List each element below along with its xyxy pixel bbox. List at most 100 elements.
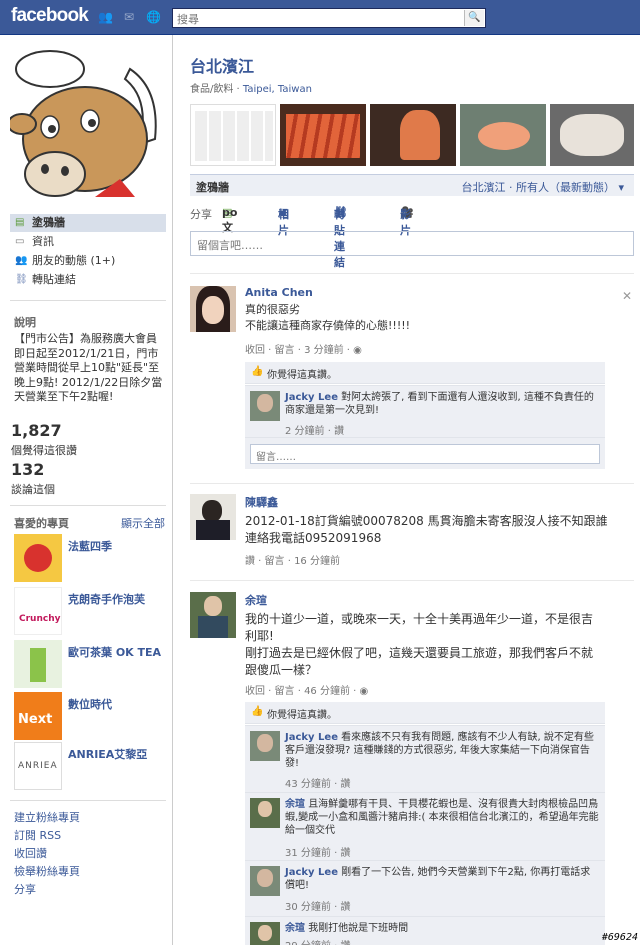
comment: Jacky Lee 對阿太誇張了, 看到下面還有人還沒收到, 這種不負責任的商家… — [245, 385, 605, 437]
photo-thumbnail[interactable] — [190, 104, 276, 166]
page-subtitle: 食品/飲料 · Taipei, Taiwan — [190, 84, 312, 95]
favorite-thumbnail: Crunchy — [14, 587, 62, 635]
post-meta: 收回 · 留言 · 3 分鐘前 · ◉ — [245, 341, 362, 356]
photo-thumbnail[interactable] — [370, 104, 456, 166]
post-text-line: 真的很惡劣 — [245, 303, 300, 316]
comment-meta: 31 分鐘前 · 讚 — [285, 848, 351, 859]
nav-item-label: 塗鴉牆 — [32, 216, 65, 229]
top-bar: facebook 👥 ✉ 🌐 搜尋 🔍 — [0, 0, 640, 35]
favorite-name: 數位時代 — [68, 698, 112, 711]
page-category: 食品/飲料 — [190, 84, 234, 95]
avatar[interactable] — [190, 494, 236, 540]
wall-post: Anita Chen 真的很惡劣 不能讓這種商家存僥倖的心態!!!!! 收回 ·… — [190, 286, 634, 356]
likes-row: 👍 你覺得這真讚。 — [245, 362, 605, 384]
subscribe-rss-link[interactable]: 訂閱 RSS — [14, 827, 61, 843]
comment-meta: 2 分鐘前 · 讚 — [285, 426, 345, 437]
favorite-page[interactable]: Next 數位時代 — [14, 692, 166, 740]
comment-author[interactable]: 余瑄 — [285, 923, 305, 934]
likes-label: 個覺得這很讚 — [11, 444, 77, 457]
comment: Jacky Lee 看來應該不只有我有問題, 應該有不少人有缺, 說不定有些客戶… — [245, 725, 605, 792]
wall-filter-label: 台北濱江 · 所有人（最新動態） — [461, 181, 615, 194]
photo-strip — [190, 104, 634, 166]
divider — [10, 505, 166, 506]
search-icon[interactable]: 🔍 — [464, 10, 484, 26]
post-author[interactable]: 陳驛鑫 — [245, 494, 278, 510]
search-input[interactable]: 搜尋 🔍 — [172, 8, 486, 28]
photo-thumbnail[interactable] — [460, 104, 546, 166]
comment-meta: 43 分鐘前 · 讚 — [285, 779, 351, 790]
post-author[interactable]: Anita Chen — [245, 286, 313, 299]
wall-filter-dropdown[interactable]: 台北濱江 · 所有人（最新動態） ▾ — [461, 179, 624, 195]
favorite-thumbnail — [14, 534, 62, 582]
facebook-logo[interactable]: facebook — [11, 5, 89, 27]
post-meta: 收回 · 留言 · 46 分鐘前 · ◉ — [245, 682, 368, 697]
status-input[interactable]: 留個言吧…… — [190, 231, 634, 256]
divider — [10, 800, 166, 801]
post-text-line: 連絡我電話0952091968 — [245, 531, 382, 545]
avatar[interactable] — [250, 866, 280, 896]
likes-text: 你覺得這真讚。 — [267, 370, 337, 381]
favorite-page[interactable]: Crunchy 克朗奇手作泡芙 — [14, 587, 166, 635]
favorite-page[interactable]: 法藍四季 — [14, 534, 166, 582]
close-icon[interactable]: ✕ — [622, 289, 632, 303]
nav-item-info[interactable]: ▭ 資訊 — [10, 233, 166, 251]
divider — [190, 580, 634, 581]
notifications-icon[interactable]: 🌐 — [146, 11, 161, 24]
share-page-link[interactable]: 分享 — [14, 881, 36, 897]
avatar[interactable] — [250, 391, 280, 421]
post-text-line: 不能讓這種商家存僥倖的心態!!!!! — [245, 319, 411, 332]
favorite-thumbnail: ANRIEA — [14, 742, 62, 790]
favorite-page[interactable]: 歐可茶葉 OK TEA — [14, 640, 166, 688]
avatar[interactable] — [250, 922, 280, 945]
unlike-link[interactable]: 收回讚 — [14, 845, 47, 861]
comment: 余瑄 我剛打他說是下班時間 29 分鐘前 · 讚 — [245, 916, 605, 945]
profile-picture[interactable] — [10, 49, 166, 203]
post-text-line: 2012-01-18訂貨編號00078208 馬貫海膽未寄客服沒人接不知跟誰 — [245, 514, 608, 528]
post-text-line: 利耶! — [245, 629, 274, 643]
favorite-thumbnail — [14, 640, 62, 688]
photo-thumbnail[interactable] — [280, 104, 366, 166]
comment: Jacky Lee 剛看了一下公告, 她們今天營業到下午2點, 你再打電話求償吧… — [245, 860, 605, 916]
avatar[interactable] — [250, 798, 280, 828]
report-page-link[interactable]: 檢舉粉絲專頁 — [14, 863, 80, 879]
comment-text: 余瑄 且海鮮羹哪有干貝、干貝櫻花蝦也是、沒有很貴大封肉根檢品凹鳥蝦,變成一小盒和… — [285, 798, 600, 837]
messages-icon[interactable]: ✉ — [122, 11, 136, 24]
page-location[interactable]: Taipei, Taiwan — [243, 84, 312, 95]
divider — [190, 273, 634, 274]
comment-body: 我剛打他說是下班時間 — [308, 923, 409, 934]
divider — [10, 300, 166, 301]
favorite-name: ANRIEA艾黎亞 — [68, 748, 148, 761]
favorite-name: 歐可茶葉 OK TEA — [68, 646, 162, 659]
comment-input[interactable]: 留言…… — [250, 444, 600, 464]
show-all-link[interactable]: 顯示全部 — [121, 515, 165, 531]
chevron-down-icon: ▾ — [618, 181, 624, 194]
nav-item-label: 轉貼連結 — [32, 273, 76, 286]
avatar[interactable] — [190, 592, 236, 638]
comment-author[interactable]: Jacky Lee — [285, 732, 338, 743]
wall-icon: ▤ — [15, 217, 25, 228]
likes-row: 👍 你覺得這真讚。 — [245, 702, 605, 724]
comment-author[interactable]: Jacky Lee — [285, 392, 338, 403]
create-page-link[interactable]: 建立粉絲專頁 — [14, 809, 80, 825]
nav-item-wall[interactable]: ▤ 塗鴉牆 — [10, 214, 166, 232]
comment-body: 且海鮮羹哪有干貝、干貝櫻花蝦也是、沒有很貴大封肉根檢品凹鳥蝦,變成一小盒和風醬汁… — [285, 799, 599, 836]
friend-requests-icon[interactable]: 👥 — [98, 11, 113, 24]
likes-text: 你覺得這真讚。 — [267, 710, 337, 721]
post-text-line: 跟傻瓜一樣？ — [245, 663, 318, 677]
post-meta-text: 收回 · 留言 · 46 分鐘前 · — [245, 686, 357, 697]
post-meta: 讚 · 留言 · 16 分鐘前 — [245, 556, 340, 567]
link-icon: ⛓ — [15, 274, 28, 285]
favorite-page[interactable]: ANRIEA ANRIEA艾黎亞 — [14, 742, 166, 790]
like-icon: 👍 — [251, 366, 264, 377]
photo-thumbnail[interactable] — [550, 104, 634, 166]
post-author[interactable]: 余瑄 — [245, 592, 267, 608]
avatar[interactable] — [190, 286, 236, 332]
nav-item-friends-activity[interactable]: 👥 朋友的動態 (1+) — [10, 252, 166, 270]
comment-author[interactable]: 余瑄 — [285, 799, 305, 810]
avatar[interactable] — [250, 731, 280, 761]
divider — [190, 483, 634, 484]
comment-author[interactable]: Jacky Lee — [285, 867, 338, 878]
globe-icon: ◉ — [359, 686, 369, 697]
wall-post: 余瑄 我的十道少一道，或晚來一天，十全十美再過年少一道，不是很吉 利耶! 剛打過… — [190, 592, 634, 700]
nav-item-links[interactable]: ⛓ 轉貼連結 — [10, 271, 166, 289]
